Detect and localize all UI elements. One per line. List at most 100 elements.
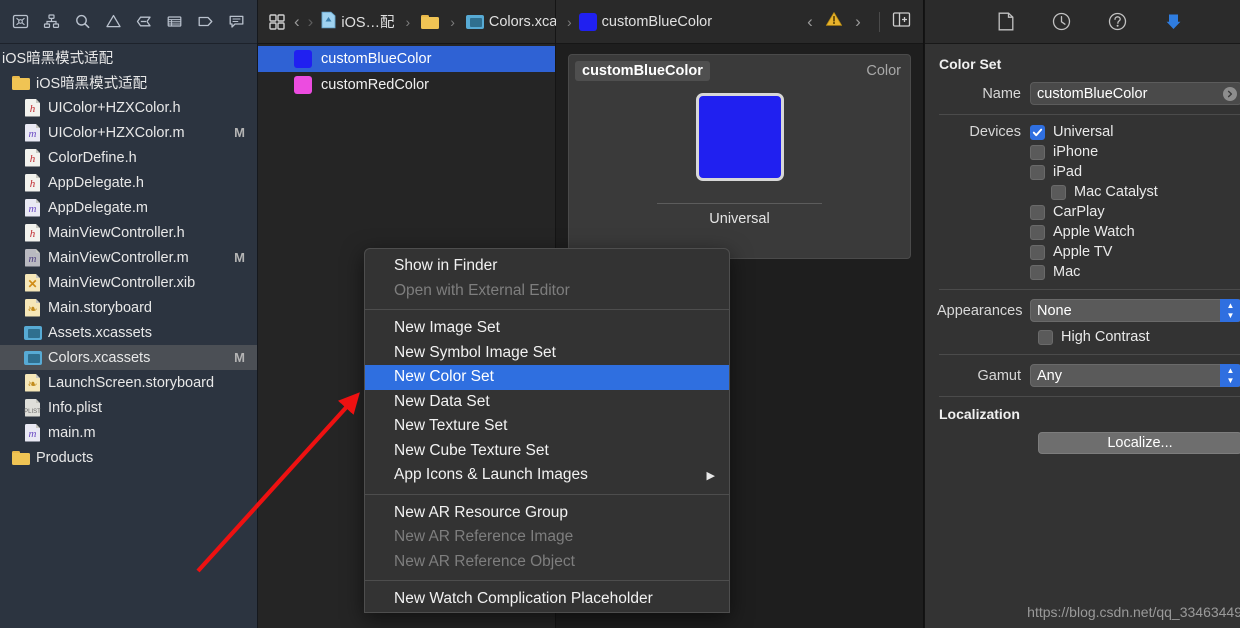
navigator-project-root[interactable]: iOS暗黑模式适配: [0, 45, 257, 70]
name-field-row: Name customBlueColor: [937, 82, 1240, 105]
navigator-row[interactable]: h ColorDefine.h: [0, 145, 257, 170]
context-menu-item[interactable]: New Symbol Image Set: [365, 341, 729, 366]
context-menu-item[interactable]: New Texture Set: [365, 414, 729, 439]
breadcrumb-folder[interactable]: [421, 14, 440, 29]
navigator-row[interactable]: ✕ MainViewController.xib: [0, 270, 257, 295]
device-checkbox[interactable]: [1051, 184, 1066, 200]
file-inspector-tab[interactable]: [993, 9, 1019, 35]
color-set-list[interactable]: customBlueColor customRedColor: [258, 44, 555, 98]
breadcrumb-separator: ›: [567, 13, 572, 30]
context-menu-item[interactable]: New Cube Texture Set: [365, 439, 729, 464]
navigator-row[interactable]: iOS暗黑模式适配: [0, 70, 257, 95]
comment-navigator-icon[interactable]: [222, 8, 251, 36]
context-menu-item[interactable]: Open with External Editor: [365, 279, 729, 304]
breadcrumb-project[interactable]: iOS…配: [321, 11, 395, 33]
device-row[interactable]: Devices Universal: [937, 124, 1240, 140]
device-row[interactable]: iPhone: [937, 144, 1240, 160]
device-label: iPad: [1053, 164, 1083, 180]
navigator-row[interactable]: h MainViewController.h: [0, 220, 257, 245]
navigator-row-label: AppDelegate.h: [48, 174, 144, 191]
breadcrumb-colorset[interactable]: customBlueColor: [578, 12, 712, 31]
navigator-row[interactable]: PLIST Info.plist: [0, 395, 257, 420]
name-input[interactable]: customBlueColor: [1030, 82, 1240, 105]
asset-context-menu[interactable]: Show in Finder Open with External Editor N…: [364, 248, 730, 613]
navigator-row[interactable]: m UIColor+HZXColor.m M: [0, 120, 257, 145]
device-checkbox[interactable]: [1030, 244, 1045, 260]
history-inspector-tab[interactable]: [1049, 9, 1075, 35]
context-menu-item[interactable]: New AR Resource Group: [365, 501, 729, 526]
navigator-row[interactable]: Products: [0, 445, 257, 470]
navigator-row[interactable]: m main.m: [0, 420, 257, 445]
navigator-row[interactable]: ❧ LaunchScreen.storyboard: [0, 370, 257, 395]
context-menu-item[interactable]: New AR Reference Object: [365, 550, 729, 575]
device-label: Universal: [1053, 124, 1114, 140]
devices-checkbox-group[interactable]: Devices Universal iPhone iPad Mac Catalyst Ca…: [937, 124, 1240, 280]
navigator-row[interactable]: Colors.xcassets M: [0, 345, 257, 370]
gamut-popup[interactable]: Any ▲ ▼: [1030, 364, 1240, 387]
project-file-tree[interactable]: iOS暗黑模式适配 iOS暗黑模式适配 h UIColor+HZXColor.h m U…: [0, 44, 257, 628]
device-checkbox[interactable]: [1030, 164, 1045, 180]
xcode-window: iOS暗黑模式适配 iOS暗黑模式适配 h UIColor+HZXColor.h m U…: [0, 0, 1240, 628]
localize-button[interactable]: Localize...: [1038, 432, 1240, 454]
search-navigator-icon[interactable]: [68, 8, 97, 36]
device-row[interactable]: Mac Catalyst: [937, 184, 1240, 200]
navigator-row[interactable]: m AppDelegate.m: [0, 195, 257, 220]
project-navigator-icon[interactable]: [6, 8, 35, 36]
context-menu-item[interactable]: New Data Set: [365, 390, 729, 415]
color-swatch-icon: [578, 12, 597, 31]
attributes-inspector-tab[interactable]: [1161, 9, 1187, 35]
warning-triangle-icon[interactable]: [825, 11, 843, 32]
source-control-navigator-icon[interactable]: [37, 8, 66, 36]
device-checkbox[interactable]: [1030, 144, 1045, 160]
name-input-clear-icon[interactable]: [1223, 86, 1237, 101]
quick-help-inspector-tab[interactable]: [1105, 9, 1131, 35]
context-menu-item[interactable]: Show in Finder: [365, 254, 729, 279]
tag-navigator-icon[interactable]: [191, 8, 220, 36]
device-row[interactable]: Apple Watch: [937, 224, 1240, 240]
context-menu-item[interactable]: New Watch Complication Placeholder: [365, 587, 729, 612]
report-navigator-icon[interactable]: [160, 8, 189, 36]
color-set-label: customBlueColor: [321, 51, 432, 67]
device-row[interactable]: CarPlay: [937, 204, 1240, 220]
color-set-card[interactable]: customBlueColor Color Universal: [568, 54, 911, 259]
issue-navigator-warning-icon[interactable]: [99, 8, 128, 36]
context-menu-item[interactable]: New Image Set: [365, 316, 729, 341]
context-menu-item[interactable]: App Icons & Launch Images ▶: [365, 463, 729, 488]
device-row[interactable]: Mac: [937, 264, 1240, 280]
assistant-editor-icon[interactable]: [892, 11, 911, 33]
device-checkbox[interactable]: [1030, 224, 1045, 240]
navigator-row-label: LaunchScreen.storyboard: [48, 374, 215, 391]
device-checkbox[interactable]: [1030, 264, 1045, 280]
device-row[interactable]: Apple TV: [937, 244, 1240, 260]
previous-issue-button[interactable]: ‹: [801, 12, 819, 32]
device-row[interactable]: iPad: [937, 164, 1240, 180]
chevron-updown-icon[interactable]: ▲ ▼: [1220, 299, 1240, 322]
navigator-row-status-flag: M: [234, 250, 245, 265]
color-set-list-item[interactable]: customBlueColor: [258, 46, 555, 72]
device-checkbox[interactable]: [1030, 204, 1045, 220]
next-issue-button[interactable]: ›: [849, 12, 867, 32]
color-swatch[interactable]: [695, 93, 784, 181]
chevron-updown-icon[interactable]: ▲ ▼: [1220, 364, 1240, 387]
context-menu-item[interactable]: New AR Reference Image: [365, 525, 729, 550]
device-checkbox[interactable]: [1030, 124, 1045, 140]
high-contrast-checkbox[interactable]: [1038, 329, 1053, 345]
context-menu-item[interactable]: New Color Set: [365, 365, 729, 390]
navigator-row[interactable]: m MainViewController.m M: [0, 245, 257, 270]
navigator-row[interactable]: ❧ Main.storyboard: [0, 295, 257, 320]
navigator-row-label: MainViewController.h: [48, 224, 185, 241]
breakpoint-navigator-icon[interactable]: [130, 8, 159, 36]
breadcrumb-separator: ›: [405, 13, 411, 30]
color-set-list-item[interactable]: customRedColor: [258, 72, 555, 98]
navigator-row[interactable]: Assets.xcassets: [0, 320, 257, 345]
device-label: Mac: [1053, 264, 1081, 280]
appearances-popup[interactable]: None ▲ ▼: [1030, 299, 1240, 322]
navigator-row[interactable]: h AppDelegate.h: [0, 170, 257, 195]
navigator-row[interactable]: h UIColor+HZXColor.h: [0, 95, 257, 120]
xcassets-icon: [23, 350, 42, 365]
assets-grid-icon[interactable]: [268, 9, 286, 35]
jumpbar-forward-button[interactable]: ›: [308, 12, 314, 32]
jumpbar-back-button[interactable]: ‹: [294, 12, 300, 32]
high-contrast-row[interactable]: High Contrast: [1038, 329, 1240, 345]
xib-file-icon: ✕: [25, 273, 40, 292]
